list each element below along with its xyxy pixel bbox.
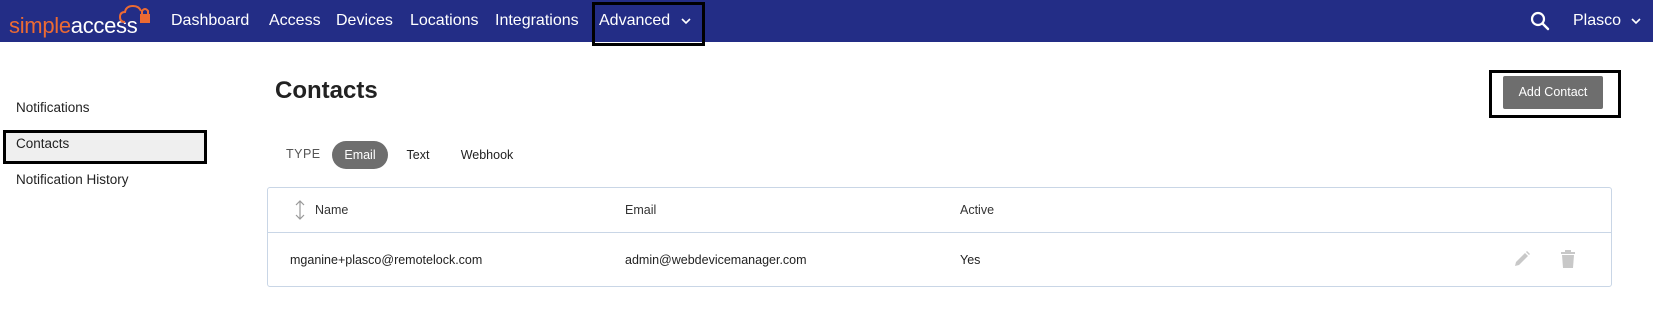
nav-advanced-label: Advanced xyxy=(599,12,671,29)
simpleaccess-logo[interactable]: simpleaccess xyxy=(9,2,150,40)
sidebar-item-notification-history[interactable]: Notification History xyxy=(16,172,129,188)
user-menu[interactable]: Plasco xyxy=(1573,11,1642,31)
cell-name: mganine+plasco@remotelock.com xyxy=(290,253,483,267)
column-header-email: Email xyxy=(625,203,657,217)
contacts-table: Name Email Active mganine+plasco@remotel… xyxy=(267,187,1612,287)
cell-active: Yes xyxy=(960,253,981,267)
nav-locations[interactable]: Locations xyxy=(410,11,479,31)
logo-simple-text: simple xyxy=(9,13,71,38)
table-row: mganine+plasco@remotelock.com admin@webd… xyxy=(268,233,1611,287)
top-navigation-bar: simpleaccess Dashboard Access Devices Lo… xyxy=(0,0,1653,46)
edit-icon[interactable] xyxy=(1512,249,1532,269)
sidebar-item-contacts[interactable]: Contacts xyxy=(16,136,69,152)
nav-dashboard[interactable]: Dashboard xyxy=(171,11,249,31)
chevron-down-icon xyxy=(681,18,691,24)
nav-integrations[interactable]: Integrations xyxy=(495,11,579,31)
search-icon[interactable] xyxy=(1530,11,1550,31)
filter-webhook[interactable]: Webhook xyxy=(452,141,522,169)
nav-access[interactable]: Access xyxy=(269,11,321,31)
column-header-name[interactable]: Name xyxy=(315,202,348,218)
cloud-lock-icon xyxy=(119,4,150,23)
user-name: Plasco xyxy=(1573,12,1622,29)
nav-advanced[interactable]: Advanced xyxy=(599,11,691,31)
nav-devices[interactable]: Devices xyxy=(336,11,393,31)
cell-email: admin@webdevicemanager.com xyxy=(625,253,807,267)
sort-icon[interactable] xyxy=(294,200,306,220)
filter-text[interactable]: Text xyxy=(398,141,438,169)
sidebar-item-notifications[interactable]: Notifications xyxy=(16,100,90,116)
filter-email[interactable]: Email xyxy=(332,141,388,169)
column-header-active: Active xyxy=(960,203,995,217)
page-title: Contacts xyxy=(275,77,378,104)
add-contact-button[interactable]: Add Contact xyxy=(1503,76,1603,109)
delete-icon[interactable] xyxy=(1560,249,1576,269)
table-header: Name Email Active xyxy=(268,188,1611,233)
type-filter-label: TYPE xyxy=(286,147,321,161)
chevron-down-icon xyxy=(1631,18,1642,24)
